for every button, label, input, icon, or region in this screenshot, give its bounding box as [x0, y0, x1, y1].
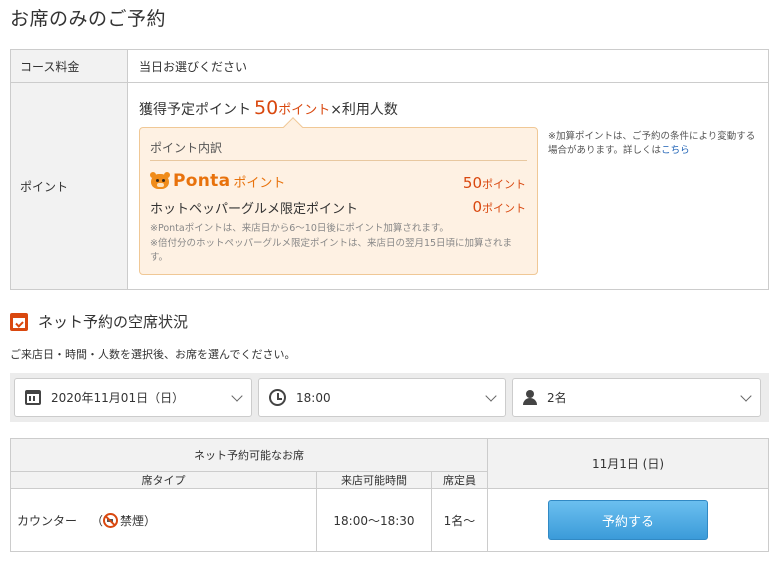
- ponta-note: ※Pontaポイントは、来店日から6〜10日後にポイント加算されます。: [150, 223, 449, 234]
- paren-close: ）: [144, 513, 157, 528]
- date-select[interactable]: 2020年11月01日（日）: [14, 378, 252, 417]
- points-row: ポイント 獲得予定ポイント 50ポイント×利用人数 ポイント内訳 Ponta ポイ…: [11, 83, 768, 289]
- visit-time-header: 来店可能時間: [317, 472, 432, 489]
- course-row: コース料金 当日お選びください: [11, 50, 768, 83]
- course-label: コース料金: [11, 50, 128, 82]
- calendar-check-icon: [10, 312, 28, 331]
- table-row-capacity: 1名〜: [432, 489, 488, 551]
- smoking-status: 禁煙: [120, 513, 145, 528]
- capacity-header: 席定員: [432, 472, 488, 489]
- table-row-visit-time: 18:00〜18:30: [317, 489, 432, 551]
- earn-value: 50: [254, 97, 279, 119]
- details-link[interactable]: こちら: [661, 145, 690, 156]
- time-select[interactable]: 18:00: [258, 378, 506, 417]
- chevron-down-icon: [231, 390, 243, 402]
- chevron-down-icon: [485, 390, 497, 402]
- seat-type-name: カウンター: [17, 513, 78, 528]
- people-select-value: 2名: [547, 391, 567, 405]
- breakdown-title: ポイント内訳: [150, 141, 223, 155]
- people-select[interactable]: 2名: [512, 378, 761, 417]
- reserve-button[interactable]: 予約する: [548, 500, 708, 540]
- time-select-value: 18:00: [296, 390, 331, 405]
- points-side-note: ※加算ポイントは、ご予約の条件により変動する場合があります。詳しくはこちら: [548, 130, 763, 158]
- side-note-text: ※加算ポイントは、ご予約の条件により変動する場合があります。詳しくは: [548, 131, 756, 156]
- earn-line: 獲得予定ポイント 50ポイント×利用人数: [139, 97, 398, 119]
- gourmet-value-unit: ポイント: [482, 202, 526, 215]
- calendar-icon: [25, 390, 41, 405]
- table-row-seat-type: カウンター （ 禁煙 ）: [11, 489, 317, 551]
- page-title: お席のみのご予約: [10, 8, 167, 30]
- earn-prefix: 獲得予定ポイント: [139, 102, 251, 118]
- ponta-logo: Ponta ポイント: [150, 171, 285, 191]
- ponta-raccoon-icon: [150, 172, 170, 190]
- table-row-action: 予約する: [488, 489, 768, 551]
- person-icon: [523, 390, 537, 405]
- vacancy-title: ネット予約の空席状況: [38, 313, 189, 331]
- points-breakdown: ポイント内訳 Ponta ポイント 50ポイント ホットペッパーグルメ限定ポイン…: [139, 127, 538, 275]
- course-value: 当日お選びください: [139, 59, 248, 74]
- breakdown-divider: [150, 160, 527, 161]
- gourmet-note: ※倍付分のホットペッパーグルメ限定ポイントは、来店日の翌月15日頃に加算されます…: [150, 238, 513, 263]
- availability-table: ネット予約可能なお席 席タイプ 来店可能時間 席定員 11月1日 (日) カウン…: [10, 438, 769, 552]
- vacancy-description: ご来店日・時間・人数を選択後、お席を選んでください。: [10, 348, 296, 361]
- ponta-points-value: 50ポイント: [463, 174, 526, 192]
- vacancy-heading: ネット予約の空席状況: [10, 311, 188, 332]
- ponta-value-number: 50: [462, 174, 482, 192]
- clock-icon: [269, 389, 286, 406]
- gourmet-points-value: 0ポイント: [472, 198, 526, 216]
- earn-suffix: ×利用人数: [330, 102, 398, 118]
- net-reservable-header: ネット予約可能なお席: [11, 439, 488, 472]
- seat-type-header: 席タイプ: [11, 472, 317, 489]
- date-column-header: 11月1日 (日): [488, 439, 768, 489]
- paren-open: （: [91, 513, 104, 528]
- points-label: ポイント: [11, 83, 128, 289]
- gourmet-label: ホットペッパーグルメ限定ポイント: [150, 202, 359, 217]
- points-body: 獲得予定ポイント 50ポイント×利用人数 ポイント内訳 Ponta ポイント 50…: [128, 83, 768, 289]
- chevron-down-icon: [740, 390, 752, 402]
- ponta-value-unit: ポイント: [482, 178, 526, 191]
- date-select-value: 2020年11月01日（日）: [51, 391, 185, 405]
- info-table: コース料金 当日お選びください ポイント 獲得予定ポイント 50ポイント×利用人数…: [10, 49, 769, 290]
- filter-bar: 2020年11月01日（日） 18:00 2名: [10, 373, 769, 422]
- earn-unit: ポイント: [278, 103, 331, 118]
- no-smoking-icon: [103, 512, 119, 528]
- ponta-suffix: ポイント: [233, 175, 286, 191]
- gourmet-value-number: 0: [472, 198, 482, 216]
- ponta-logo-text: Ponta: [173, 171, 231, 191]
